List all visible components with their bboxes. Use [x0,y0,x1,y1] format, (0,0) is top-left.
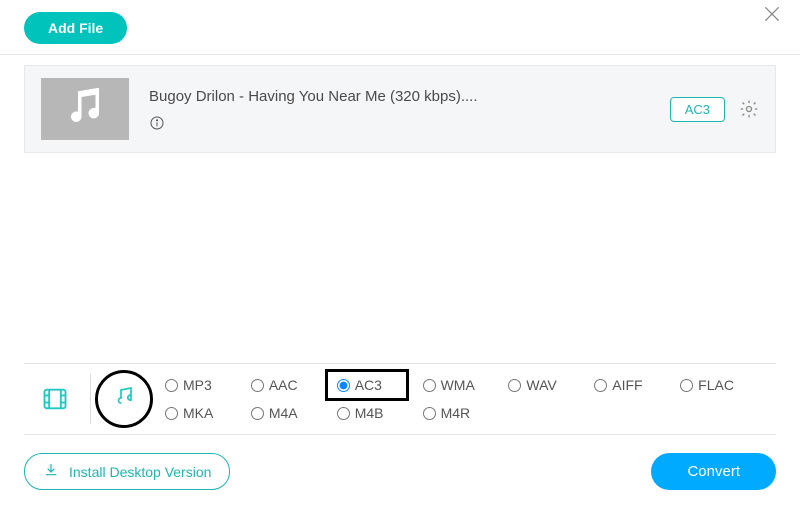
format-bar: MP3 AAC AC3 WMA WAV AIFF FLAC MKA M4A M4… [24,363,776,435]
close-icon[interactable] [762,4,782,24]
format-option-m4a[interactable]: M4A [247,403,333,423]
format-option-ac3[interactable]: AC3 [333,375,419,395]
video-mode-icon[interactable] [38,382,72,416]
settings-icon[interactable] [739,99,759,119]
mode-separator [90,374,91,424]
file-item: Bugoy Drilon - Having You Near Me (320 k… [24,65,776,153]
header-divider [0,54,800,55]
format-option-flac[interactable]: FLAC [676,375,762,395]
info-icon[interactable] [149,115,165,131]
format-option-m4b[interactable]: M4B [333,403,419,423]
format-options: MP3 AAC AC3 WMA WAV AIFF FLAC MKA M4A M4… [161,375,762,423]
format-option-mka[interactable]: MKA [161,403,247,423]
add-file-button[interactable]: Add File [24,12,127,44]
download-icon [43,462,59,481]
install-desktop-button[interactable]: Install Desktop Version [24,453,230,490]
file-title: Bugoy Drilon - Having You Near Me (320 k… [149,88,650,105]
format-option-wma[interactable]: WMA [419,375,505,395]
convert-button[interactable]: Convert [651,453,776,490]
format-option-m4r[interactable]: M4R [419,403,505,423]
music-note-icon [112,385,136,414]
format-option-wav[interactable]: WAV [504,375,590,395]
format-option-aiff[interactable]: AIFF [590,375,676,395]
empty-space [0,153,800,363]
format-option-aac[interactable]: AAC [247,375,333,395]
install-desktop-label: Install Desktop Version [69,464,211,480]
file-format-badge[interactable]: AC3 [670,97,725,122]
file-thumbnail [41,78,129,140]
audio-mode-button[interactable] [101,376,147,422]
music-note-icon [64,86,106,133]
format-option-mp3[interactable]: MP3 [161,375,247,395]
footer: Install Desktop Version Convert [0,435,800,490]
